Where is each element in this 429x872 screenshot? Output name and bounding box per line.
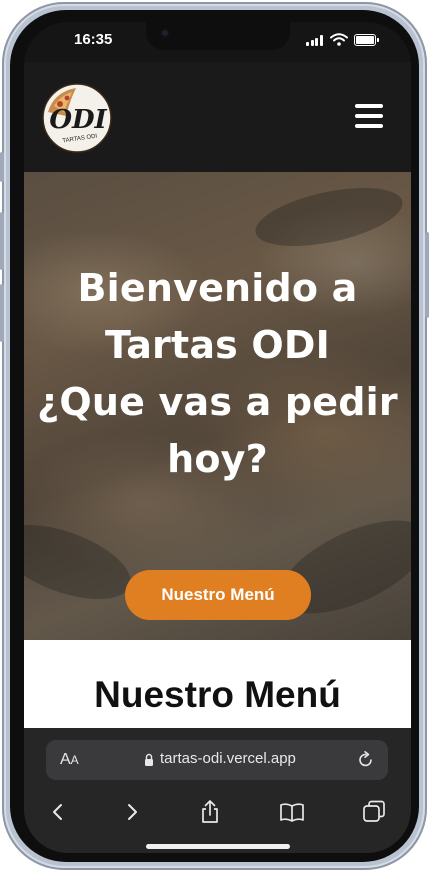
volume-down-button — [0, 284, 4, 342]
cellular-signal-icon — [306, 35, 324, 46]
screen: 16:35 ODI TARTAS ODI Bienvenido a Tartas… — [24, 22, 411, 853]
hero-title-line: ¿Que vas a pedir — [37, 380, 398, 424]
notch — [146, 22, 290, 50]
reload-icon[interactable] — [356, 750, 376, 770]
hero-title-line: Tartas ODI — [104, 323, 331, 367]
hero-title: Bienvenido a Tartas ODI ¿Que vas a pedir… — [24, 260, 411, 488]
camera — [160, 28, 170, 38]
safari-toolbar: AA tartas-odi.vercel.app — [24, 728, 411, 853]
status-time: 16:35 — [74, 31, 113, 48]
hero-title-line: hoy? — [167, 437, 268, 481]
menu-cta-button[interactable]: Nuestro Menú — [125, 570, 311, 620]
site-logo[interactable]: ODI TARTAS ODI — [40, 82, 114, 154]
site-navbar: ODI TARTAS ODI — [24, 62, 411, 172]
bookmarks-icon[interactable] — [278, 798, 306, 826]
hero-title-line: Bienvenido a — [77, 266, 358, 310]
url-text: tartas-odi.vercel.app — [160, 750, 296, 767]
tabs-icon[interactable] — [360, 798, 388, 826]
menu-section-heading: Nuestro Menú — [94, 674, 341, 715]
lock-icon — [145, 753, 153, 766]
wifi-icon — [330, 33, 348, 46]
volume-up-button — [0, 212, 4, 270]
text-size-button[interactable]: AA — [60, 751, 79, 769]
hamburger-menu-icon[interactable] — [355, 104, 383, 128]
battery-icon — [354, 34, 379, 46]
mute-switch — [0, 152, 4, 182]
power-button — [425, 232, 429, 318]
home-indicator[interactable] — [146, 844, 290, 849]
hero-banner: Bienvenido a Tartas ODI ¿Que vas a pedir… — [24, 172, 411, 640]
address-bar[interactable]: AA tartas-odi.vercel.app — [46, 740, 388, 780]
share-icon[interactable] — [196, 798, 224, 826]
forward-icon[interactable] — [118, 798, 146, 826]
svg-text:ODI: ODI — [49, 105, 107, 135]
back-icon[interactable] — [44, 798, 72, 826]
